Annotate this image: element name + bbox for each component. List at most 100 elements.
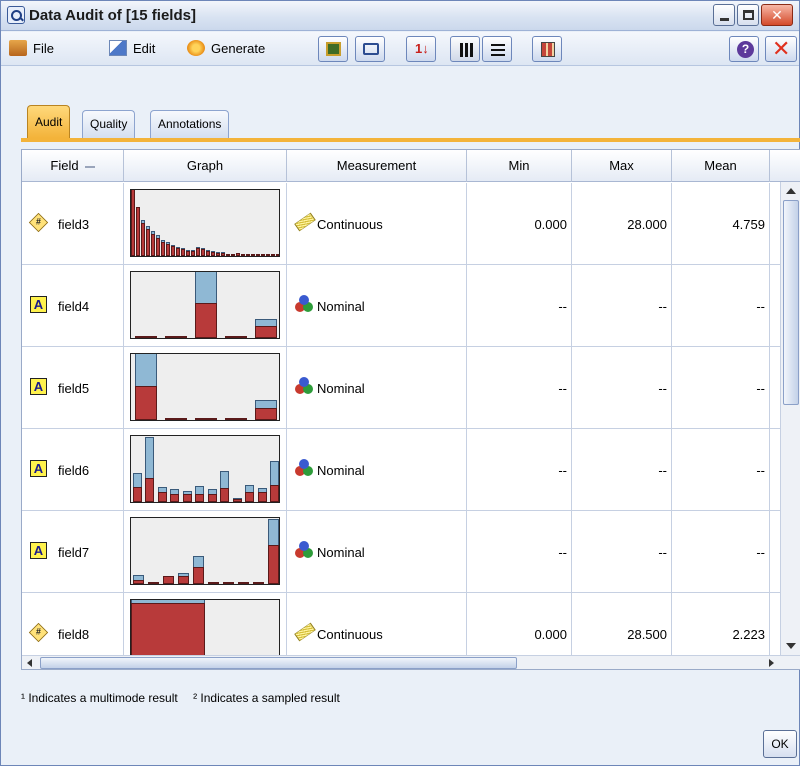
bar-segment-lower	[191, 251, 195, 256]
bar-segment-upper	[255, 400, 277, 408]
min-value: --	[558, 545, 567, 560]
footnote-sampled: ² Indicates a sampled result	[193, 691, 340, 705]
distribution-bar	[270, 461, 279, 502]
continuous-measure-icon	[294, 622, 316, 642]
horizontal-scroll-thumb[interactable]	[40, 657, 517, 669]
column-header-field[interactable]: Field	[22, 150, 124, 182]
column-header-max[interactable]: Max	[572, 150, 672, 182]
distribution-bar	[145, 437, 155, 502]
distribution-graph[interactable]	[130, 435, 280, 503]
print-button[interactable]	[355, 36, 385, 62]
field-name: field5	[58, 381, 90, 396]
bar-segment-lower	[238, 582, 249, 584]
measurement-label: Continuous	[317, 217, 383, 232]
max-value: --	[658, 381, 667, 396]
bar-segment-upper	[195, 486, 205, 494]
string-field-icon: A	[30, 542, 47, 559]
bar-segment-lower	[148, 582, 159, 584]
distribution-bar	[166, 242, 170, 256]
field-name: field7	[58, 545, 90, 560]
bar-segment-lower	[241, 254, 245, 256]
table-row[interactable]: Afield4 Nominal -- -- --	[22, 265, 780, 347]
numeric-field-icon: #	[28, 622, 49, 643]
table-row[interactable]: Afield5 Nominal -- -- --	[22, 347, 780, 429]
row-view-button[interactable]	[482, 36, 512, 62]
sort-button[interactable]: 1↓	[406, 36, 436, 62]
column-view-button[interactable]	[450, 36, 480, 62]
max-value: --	[658, 545, 667, 560]
cell-measurement: Nominal	[287, 265, 467, 347]
bar-segment-lower	[141, 223, 145, 256]
bar-segment-lower	[132, 487, 142, 502]
bar-segment-upper	[145, 437, 155, 478]
distribution-bar	[223, 582, 234, 584]
distribution-graph[interactable]	[130, 353, 280, 421]
bar-segment-lower	[163, 576, 174, 584]
cell-measurement: Nominal	[287, 429, 467, 511]
tab-quality[interactable]: Quality	[82, 110, 136, 138]
distribution-bar	[206, 250, 210, 256]
tab-audit[interactable]: Audit	[27, 105, 71, 138]
string-field-icon: A	[30, 460, 47, 477]
menu-edit-label: Edit	[133, 40, 156, 56]
distribution-bar	[151, 231, 155, 256]
row-line-icon	[491, 49, 505, 51]
distribution-bar	[236, 253, 240, 256]
ok-button[interactable]: OK	[763, 730, 797, 758]
cell-field: Afield5	[22, 347, 124, 429]
bar-segment-lower	[208, 582, 219, 584]
column-header-min[interactable]: Min	[467, 150, 572, 182]
min-value: --	[558, 299, 567, 314]
distribution-bar	[136, 207, 140, 256]
distribution-graph[interactable]	[130, 517, 280, 585]
distribution-bar	[171, 245, 175, 256]
vertical-scrollbar[interactable]	[780, 182, 800, 655]
help-button[interactable]: ?	[729, 36, 759, 62]
title-bar[interactable]: Data Audit of [15 fields] ✕	[1, 1, 799, 31]
table-view-button[interactable]	[532, 36, 562, 62]
minimize-button[interactable]	[713, 4, 735, 26]
scroll-up-icon[interactable]	[786, 188, 796, 194]
audit-table: Field Graph Measurement Min Max Mean # fi…	[21, 149, 800, 670]
maximize-button[interactable]	[737, 4, 759, 26]
tab-annotations[interactable]: Annotations	[150, 110, 230, 138]
bar-segment-lower	[253, 582, 264, 584]
scroll-left-icon[interactable]	[27, 659, 32, 667]
menu-generate[interactable]: Generate	[187, 40, 265, 56]
bar-segment-lower	[201, 249, 205, 256]
cell-max: --	[572, 347, 672, 429]
export-button[interactable]	[318, 36, 348, 62]
horizontal-scrollbar[interactable]	[22, 655, 800, 669]
distribution-bar	[141, 220, 145, 256]
scroll-down-icon[interactable]	[786, 643, 796, 649]
column-header-mean[interactable]: Mean	[672, 150, 770, 182]
table-row[interactable]: Afield7 Nominal -- -- --	[22, 511, 780, 593]
bar-segment-lower	[276, 254, 279, 256]
measurement-label: Nominal	[317, 463, 365, 478]
bar-segment-lower	[135, 336, 157, 338]
menu-edit[interactable]: Edit	[109, 40, 155, 56]
distribution-bar	[251, 254, 255, 256]
close-button[interactable]: ✕	[765, 36, 797, 62]
menu-file[interactable]: File	[9, 40, 54, 56]
close-window-button[interactable]: ✕	[761, 4, 793, 26]
column-header-graph[interactable]: Graph	[124, 150, 287, 182]
bar-segment-lower	[131, 190, 135, 256]
column-header-measurement[interactable]: Measurement	[287, 150, 467, 182]
distribution-graph[interactable]	[130, 271, 280, 339]
table-row[interactable]: # field3 Continuous 0.000 28.000 4.759	[22, 183, 780, 265]
measurement-label: Continuous	[317, 627, 383, 642]
cell-max: 28.000	[572, 183, 672, 265]
distribution-bar	[268, 519, 279, 584]
tab-underline	[21, 138, 800, 142]
vertical-scroll-thumb[interactable]	[783, 200, 799, 405]
distribution-graph[interactable]	[130, 189, 280, 257]
distribution-bar	[146, 226, 150, 256]
bar-segment-lower	[170, 494, 180, 502]
minimize-icon	[719, 18, 729, 21]
scroll-right-icon[interactable]	[769, 659, 774, 667]
distribution-bar	[220, 471, 230, 502]
table-row[interactable]: Afield6 Nominal -- -- --	[22, 429, 780, 511]
max-value: 28.500	[627, 627, 667, 642]
bar-segment-lower	[181, 249, 185, 256]
